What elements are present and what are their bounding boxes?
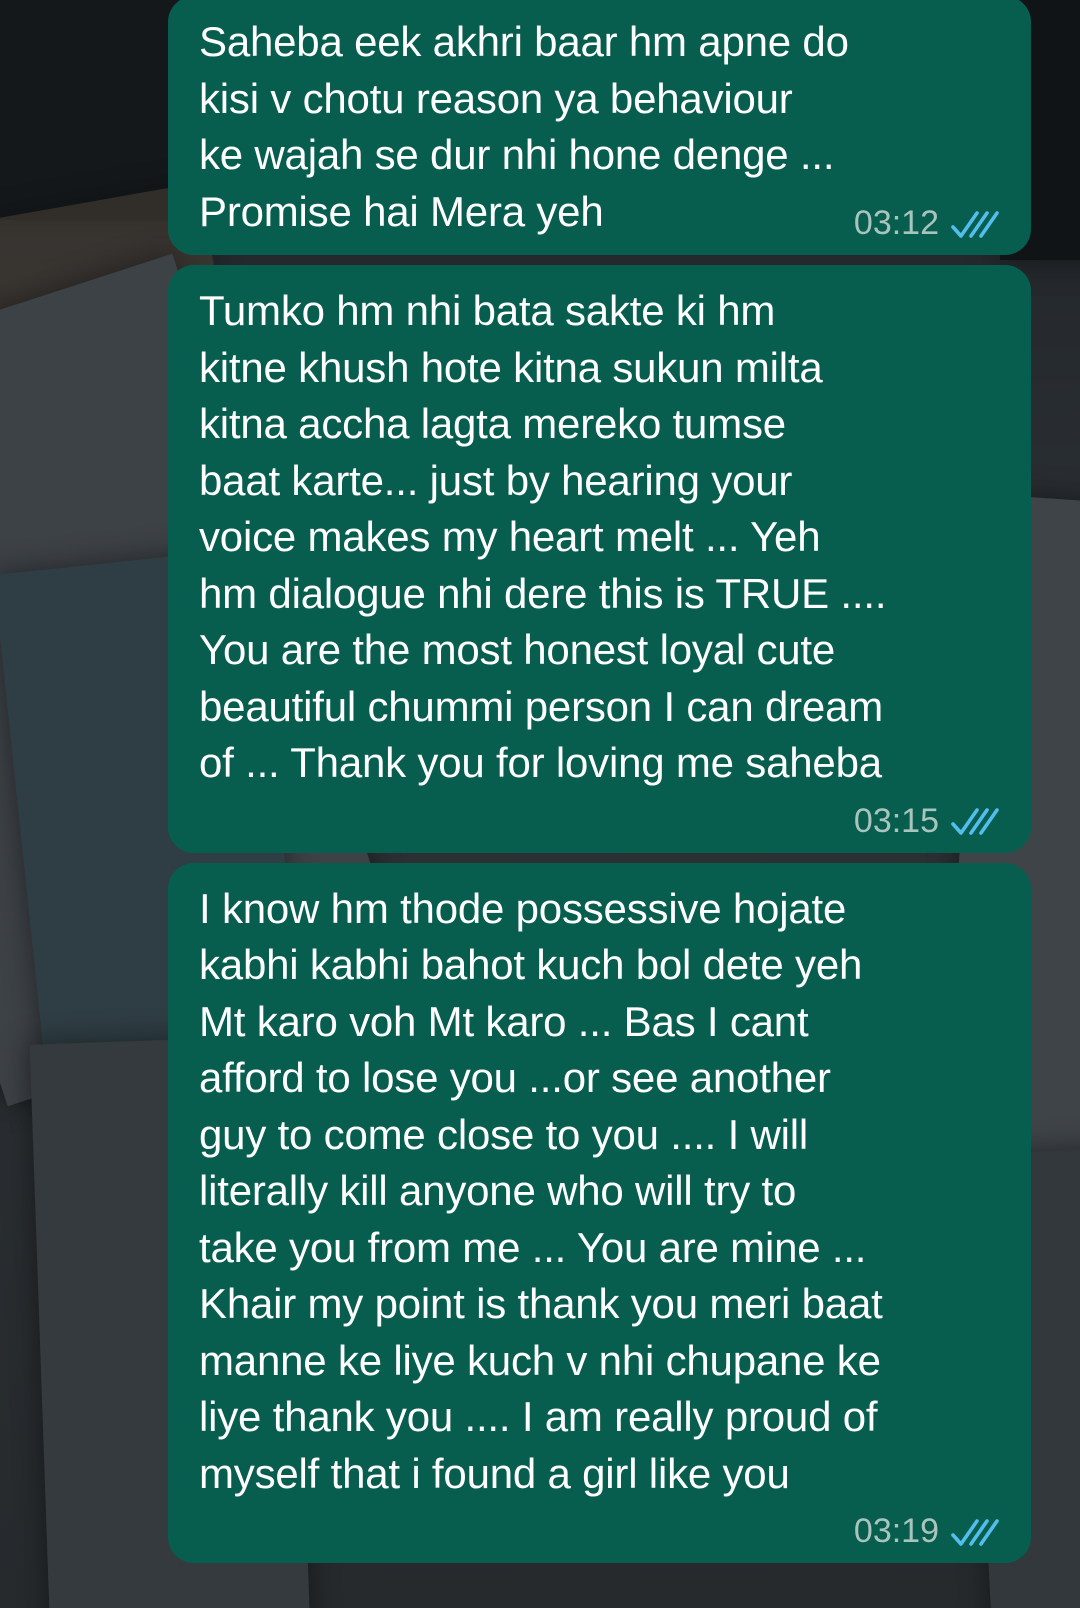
outgoing-message-bubble[interactable]: Saheba eek akhri baar hm apne do kisi v … [168,0,1031,255]
message-text: Tumko hm nhi bata sakte ki hm kitne khus… [199,287,887,786]
message-list[interactable]: Saheba eek akhri baar hm apne do kisi v … [168,0,1031,1573]
outgoing-message-bubble[interactable]: Tumko hm nhi bata sakte ki hm kitne khus… [168,265,1031,853]
double-check-icon [951,808,999,835]
message-time: 03:19 [853,1512,939,1550]
message-meta: 03:15 [199,802,1001,841]
outgoing-message-bubble[interactable]: I know hm thode possessive hojate kabhi … [168,862,1031,1563]
message-meta: 03:19 [199,1512,1001,1551]
double-check-icon [951,1518,999,1546]
message-time: 03:12 [853,204,939,242]
message-time: 03:15 [853,801,939,840]
double-check-icon [951,210,999,238]
message-text: I know hm thode possessive hojate kabhi … [199,884,883,1497]
